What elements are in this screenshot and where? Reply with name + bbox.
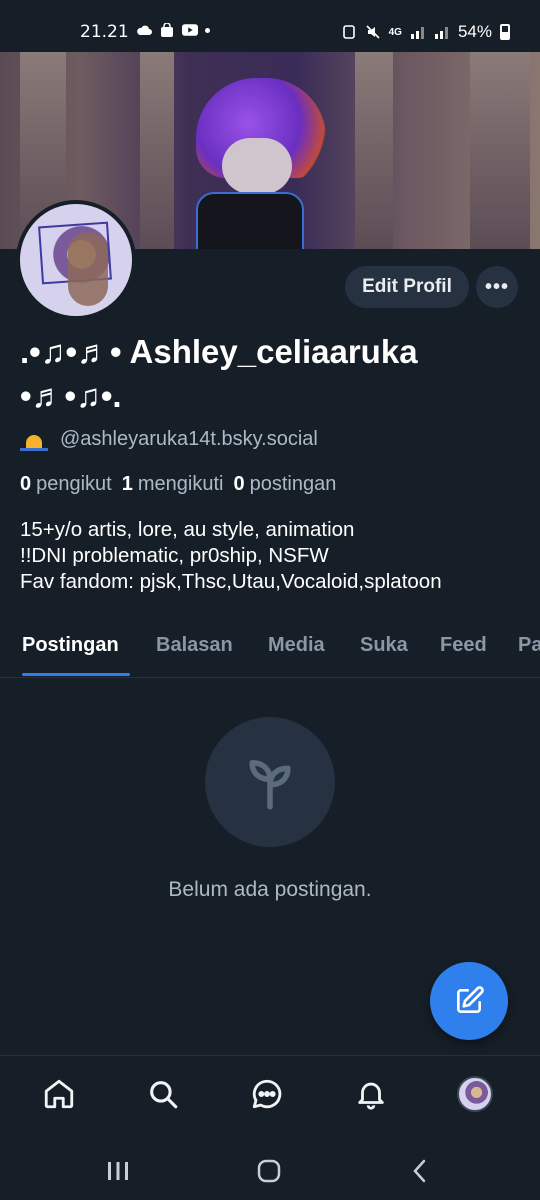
cloud-icon [137, 25, 152, 35]
home-icon [44, 1079, 74, 1109]
compose-post-button[interactable] [430, 962, 508, 1040]
profile-handle: @ashleyarukа14t.bsky.social [60, 428, 318, 450]
home-system-button[interactable] [254, 1156, 284, 1186]
posts-stat: 0 postingan [233, 473, 336, 496]
seedling-icon [249, 760, 291, 810]
system-navigation-bar [0, 1140, 540, 1200]
battery-icon [500, 24, 510, 40]
edit-profile-button[interactable]: Edit Profil [345, 266, 469, 308]
mute-icon [366, 25, 380, 39]
banner-tree [355, 52, 393, 249]
display-name: .•♫•♬• Ashley_celiaaruka •♬•♫•. [20, 333, 418, 414]
recycle-icon [342, 25, 355, 39]
handle-row: @ashleyarukа14t.bsky.social [20, 428, 318, 451]
youtube-icon [182, 24, 198, 36]
tab-partial[interactable]: Pa [518, 634, 540, 657]
recents-icon [108, 1162, 128, 1180]
following-count: 1 [121, 473, 133, 495]
profile-bio: 15+y/o artis, lore, au style, animation … [20, 518, 442, 593]
followers-count: 0 [20, 473, 32, 495]
sunrise-emoji-icon [20, 429, 48, 451]
status-time: 21.21 [80, 22, 129, 42]
notification-dot-icon [205, 27, 210, 33]
home-circle-icon [257, 1159, 281, 1183]
status-bar: 21.21 4G 54% [0, 0, 540, 52]
signal-icon [410, 27, 424, 39]
network-type: 4G [388, 26, 402, 38]
back-chevron-icon [413, 1159, 426, 1183]
profile-avatar-small [457, 1076, 493, 1112]
nav-search[interactable] [143, 1074, 183, 1114]
active-tab-indicator [22, 673, 130, 676]
chat-icon [252, 1079, 282, 1109]
tab-feed[interactable]: Feed [440, 634, 487, 657]
banner-character-body [196, 192, 304, 249]
nav-profile[interactable] [455, 1074, 495, 1114]
posts-count: 0 [233, 473, 245, 495]
nav-notifications[interactable] [351, 1074, 391, 1114]
following-stat[interactable]: 1 mengikuti [122, 473, 224, 496]
banner-tree [140, 52, 174, 249]
status-left-icons [136, 23, 210, 37]
profile-tabs: Postingan Balasan Media Suka Feed Pa [0, 620, 540, 678]
followers-label: pengikut [36, 473, 112, 495]
signal-2-icon [434, 27, 448, 39]
bottom-navigation [0, 1055, 540, 1140]
status-right-icons: 4G 54% [341, 22, 510, 42]
empty-state-message: Belum ada postingan. [168, 878, 372, 901]
shopping-bag-icon [161, 23, 173, 37]
more-options-button[interactable]: ••• [476, 266, 518, 308]
followers-stat[interactable]: 0 pengikut [20, 473, 112, 496]
tab-balasan[interactable]: Balasan [156, 634, 233, 657]
empty-state-illustration [205, 717, 335, 847]
compose-icon [457, 986, 484, 1013]
banner-character-face [222, 138, 292, 194]
tab-media[interactable]: Media [268, 634, 325, 657]
profile-stats: 0 pengikut 1 mengikuti 0 postingan [20, 473, 336, 496]
banner-tree [470, 52, 530, 249]
posts-label: postingan [249, 473, 337, 495]
tab-suka[interactable]: Suka [360, 634, 408, 657]
profile-avatar[interactable] [16, 200, 136, 320]
search-icon [150, 1081, 178, 1109]
nav-home[interactable] [39, 1074, 79, 1114]
tab-postingan[interactable]: Postingan [22, 634, 119, 657]
following-label: mengikuti [137, 473, 224, 495]
recents-button[interactable] [103, 1156, 133, 1186]
avatar-hair [68, 232, 108, 306]
back-button[interactable] [405, 1156, 435, 1186]
bell-icon [358, 1082, 384, 1110]
battery-percent: 54% [457, 22, 492, 41]
nav-chat[interactable] [247, 1074, 287, 1114]
